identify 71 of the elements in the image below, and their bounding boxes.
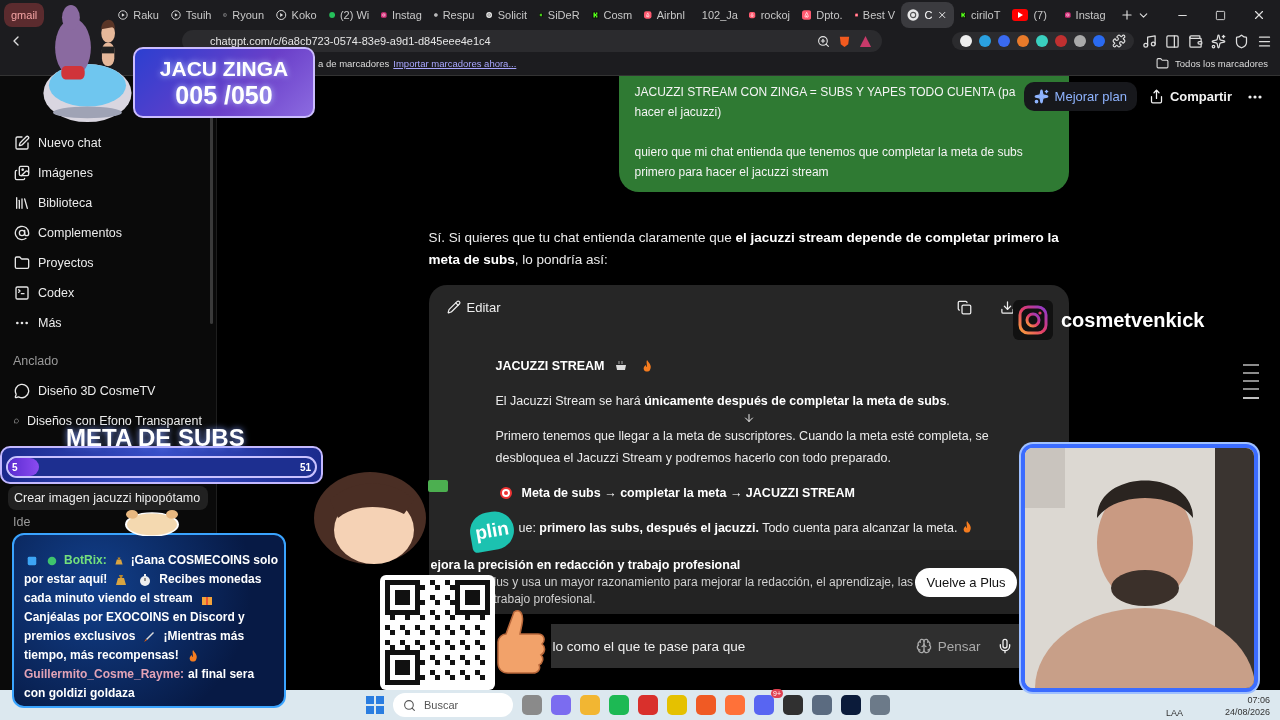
section-title: Anclado xyxy=(12,353,60,370)
code-heading: JACUZZI STREAM xyxy=(495,358,605,375)
upgrade-plus-button[interactable]: Vuelve a Plus xyxy=(915,567,1017,597)
browser-tab[interactable]: SiDeR xyxy=(533,2,586,28)
browser-tab[interactable]: 102_Ja xyxy=(690,2,744,28)
sidebar-item[interactable]: Proyectos xyxy=(8,248,208,278)
upgrade-button[interactable]: Mejorar plan xyxy=(1023,82,1137,111)
chat-message-text: premios exclusivos xyxy=(24,628,136,645)
browser-tab[interactable]: rockoj xyxy=(743,2,796,28)
sidebar-item[interactable]: Complementos xyxy=(8,218,208,248)
clock[interactable]: 07:06 24/08/2026 xyxy=(1224,694,1270,718)
taskbar-search-field[interactable]: Buscar xyxy=(393,693,513,717)
section-title: Ide xyxy=(12,514,32,531)
sidebar-item[interactable]: Más xyxy=(8,308,208,338)
sidebar-item[interactable]: Nuevo chat xyxy=(8,128,208,158)
code-paragraph: ue: primero las subs, después el jacuzzi. Todo cuenta para alcanzar la meta. xyxy=(518,521,958,535)
chat-history-item[interactable]: Crear imagen jacuzzi hipopótamo xyxy=(8,486,208,510)
chat-author: BotRix: xyxy=(63,552,107,569)
code-paragraph: El Jacuzzi Stream se hará únicamente después de completar la meta de subs. xyxy=(495,394,950,408)
edit-button[interactable]: Editar xyxy=(446,299,501,315)
browser-tab[interactable]: Dpto. xyxy=(796,2,849,28)
browser-tab[interactable]: Instag xyxy=(1059,2,1112,28)
browser-tab[interactable]: Solicit xyxy=(480,2,534,28)
message-input[interactable]: lo como el que te pase para que Pensar xyxy=(550,624,1021,668)
chat-message-text: Recibes monedas xyxy=(159,571,262,588)
browser-tab[interactable]: ciriloT xyxy=(953,2,1007,28)
chat-message-text: al final sera xyxy=(188,666,255,683)
code-paragraph: Primero tenemos que llegar a la meta de suscriptores. Cuando la meta esté completa, se desbloquea el Jacuzzi Stream y podremos hacerlo con todo preparado. xyxy=(495,429,989,465)
browser-tab[interactable]: (2) Wi xyxy=(322,2,376,28)
goal-title: JACU ZINGA xyxy=(159,56,289,81)
chat-message-text: ¡Gana COSMECOINS solo xyxy=(130,552,278,569)
chat-author: Guillermito_Cosme_Rayme: xyxy=(24,666,185,683)
chat-message-text: ¡Mientras más xyxy=(163,628,245,645)
sidebar-item[interactable]: Biblioteca xyxy=(8,188,208,218)
bookmarks-hint: a de marcadores xyxy=(318,58,390,69)
code-paragraph: Meta de subs → completar la meta → JACUZZI STREAM xyxy=(521,486,855,500)
goal-end: 51 xyxy=(299,461,311,473)
browser-tab[interactable]: Best V xyxy=(848,2,902,28)
pinned-chat[interactable]: Diseño 3D CosmeTV xyxy=(8,376,208,406)
browser-tab[interactable]: Tsuih xyxy=(164,2,218,28)
chat-message-text: con goldizi goldaza xyxy=(24,685,135,702)
browser-tab[interactable]: C xyxy=(901,2,954,28)
upsell-title: ejora la precisión en redacción y trabajo profesional xyxy=(430,556,742,574)
chat-message-text: tiempo, más recompensas! xyxy=(24,647,179,664)
social-handle: cosmetvenkick xyxy=(1061,308,1205,332)
language-indicator[interactable]: LAA xyxy=(1165,708,1183,718)
browser-tab[interactable]: Airbnl xyxy=(638,2,691,28)
import-bookmarks-link[interactable]: Importar marcadores ahora... xyxy=(393,58,517,69)
sidebar-item[interactable]: Codex xyxy=(8,278,208,308)
share-button[interactable]: Compartir xyxy=(1138,82,1242,111)
browser-tab[interactable]: Cosm xyxy=(585,2,639,28)
address-field[interactable]: chatgpt.com/c/6a8cb723-0574-83e9-a9d1-d845eee4e1c4 xyxy=(182,30,882,52)
browser-tab[interactable]: gmail xyxy=(4,2,45,28)
chat-message-text: Canjéalas por EXOCOINS en Discord y xyxy=(24,609,245,626)
chat-message-text: por estar aquí! xyxy=(24,571,108,588)
message-text: quiero que mi chat entienda que tenemos que completar la meta de subs primero para hacer el jacuzzi stream xyxy=(634,144,1024,181)
all-bookmarks-label[interactable]: Todos los marcadores xyxy=(1175,58,1268,69)
browser-tab[interactable]: Koko xyxy=(270,2,323,28)
browser-tab[interactable]: Raku xyxy=(112,2,165,28)
think-mode-button[interactable]: Pensar xyxy=(909,637,987,655)
assistant-text: Sí. Si quieres que tu chat entienda claramente que el jacuzzi stream depende de completar primero la meta de subs, lo pondría así: xyxy=(428,229,1060,269)
browser-tab[interactable]: (7) xyxy=(1006,2,1059,28)
chat-message-text: cada minuto viendo el stream xyxy=(24,590,193,607)
browser-tab[interactable]: Respu xyxy=(427,2,481,28)
message-text: JACUZZI STREAM CON ZINGA = SUBS Y YAPES TODO CUENTA (pa xyxy=(634,84,1016,101)
goal-start: 5 xyxy=(12,461,18,473)
sidebar-item[interactable]: Imágenes xyxy=(8,158,208,188)
browser-tab[interactable]: Instag xyxy=(375,2,428,28)
goal-count: 005 /050 xyxy=(175,80,273,109)
message-text: hacer el jacuzzi) xyxy=(634,104,722,121)
browser-tab[interactable]: Ryoun xyxy=(217,2,271,28)
